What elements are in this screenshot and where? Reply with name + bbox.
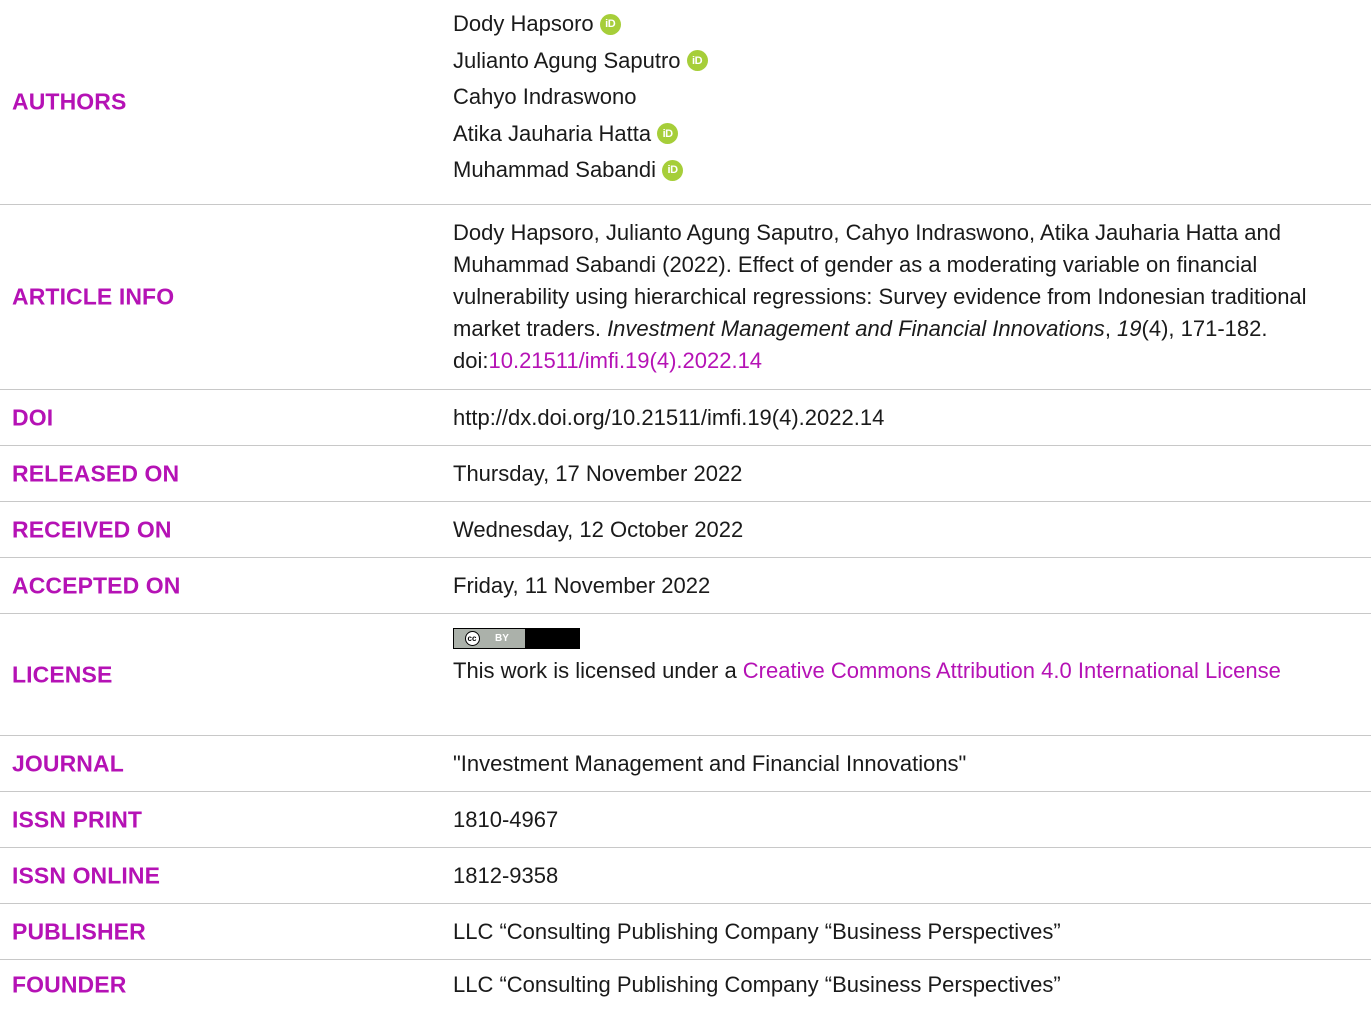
orcid-icon[interactable]: iD — [662, 159, 684, 181]
orcid-icon[interactable]: iD — [657, 123, 679, 145]
orcid-icon[interactable]: iD — [686, 50, 708, 72]
issn-print-label: ISSN PRINT — [12, 806, 143, 832]
author-name: Julianto Agung Saputro — [453, 47, 681, 73]
received-label: RECEIVED ON — [12, 516, 172, 542]
authors-label: AUTHORS — [12, 88, 127, 115]
publisher-label: PUBLISHER — [12, 918, 146, 944]
license-label: LICENSE — [12, 661, 113, 687]
accepted-value: Friday, 11 November 2022 — [453, 572, 711, 598]
row-journal: JOURNAL "Investment Management and Finan… — [0, 736, 1371, 792]
authors-list: Dody Hapsoro iD Julianto Agung Saputro i… — [453, 6, 1367, 189]
orcid-icon[interactable]: iD — [599, 13, 621, 35]
cc-logo: cc — [454, 629, 490, 648]
cc-by-badge-icon[interactable]: cc BY — [453, 628, 580, 649]
released-label: RELEASED ON — [12, 460, 180, 486]
founder-label: FOUNDER — [12, 971, 127, 997]
row-released: RELEASED ON Thursday, 17 November 2022 — [0, 446, 1371, 502]
doi-label: DOI — [12, 404, 54, 430]
license-text-block: This work is licensed under a Creative C… — [453, 655, 1367, 687]
received-value: Wednesday, 12 October 2022 — [453, 516, 744, 542]
journal-value: "Investment Management and Financial Inn… — [453, 750, 967, 776]
doi-value: http://dx.doi.org/10.21511/imfi.19(4).20… — [453, 404, 885, 430]
author-name: Atika Jauharia Hatta — [453, 120, 652, 146]
row-founder: FOUNDER LLC “Consulting Publishing Compa… — [0, 960, 1371, 1009]
issn-online-label: ISSN ONLINE — [12, 862, 161, 888]
article-citation: Dody Hapsoro, Julianto Agung Saputro, Ca… — [453, 217, 1367, 377]
author-item: Julianto Agung Saputro iD — [453, 43, 1367, 80]
row-doi: DOI http://dx.doi.org/10.21511/imfi.19(4… — [0, 390, 1371, 446]
author-item: Dody Hapsoro iD — [453, 6, 1367, 43]
license-content: cc BY This work is licensed under a Crea… — [453, 628, 1367, 687]
citation-doi-link[interactable]: 10.21511/imfi.19(4).2022.14 — [488, 348, 762, 373]
license-text: This work is licensed under a — [453, 658, 743, 683]
released-value: Thursday, 17 November 2022 — [453, 460, 743, 486]
founder-value: LLC “Consulting Publishing Company “Busi… — [453, 971, 1061, 997]
accepted-label: ACCEPTED ON — [12, 572, 181, 598]
journal-label: JOURNAL — [12, 750, 124, 776]
citation-volume: 19 — [1117, 316, 1142, 341]
license-link[interactable]: Creative Commons Attribution 4.0 Interna… — [743, 658, 1281, 683]
author-name: Muhammad Sabandi — [453, 157, 657, 183]
row-received: RECEIVED ON Wednesday, 12 October 2022 — [0, 502, 1371, 558]
row-issn-online: ISSN ONLINE 1812-9358 — [0, 848, 1371, 904]
row-article-info: ARTICLE INFO Dody Hapsoro, Julianto Agun… — [0, 205, 1371, 390]
publisher-value: LLC “Consulting Publishing Company “Busi… — [453, 918, 1061, 944]
author-name: Dody Hapsoro — [453, 11, 594, 37]
issn-online-value: 1812-9358 — [453, 862, 559, 888]
row-accepted: ACCEPTED ON Friday, 11 November 2022 — [0, 558, 1371, 614]
issn-print-value: 1810-4967 — [453, 806, 559, 832]
author-item: Muhammad Sabandi iD — [453, 152, 1367, 189]
article-info-label: ARTICLE INFO — [12, 283, 175, 310]
author-item: Atika Jauharia Hatta iD — [453, 116, 1367, 153]
row-issn-print: ISSN PRINT 1810-4967 — [0, 792, 1371, 848]
author-name: Cahyo Indraswono — [453, 84, 637, 110]
citation-separator: , — [1104, 316, 1118, 341]
row-authors: AUTHORS Dody Hapsoro iD Julianto Agung S… — [0, 0, 1371, 205]
row-publisher: PUBLISHER LLC “Consulting Publishing Com… — [0, 904, 1371, 960]
row-license: LICENSE cc BY This work is licensed unde… — [0, 614, 1371, 736]
cc-by-label: BY — [490, 629, 525, 648]
citation-journal: Investment Management and Financial Inno… — [607, 316, 1105, 341]
author-item: Cahyo Indraswono — [453, 79, 1367, 116]
article-metadata-table: AUTHORS Dody Hapsoro iD Julianto Agung S… — [0, 0, 1371, 1009]
